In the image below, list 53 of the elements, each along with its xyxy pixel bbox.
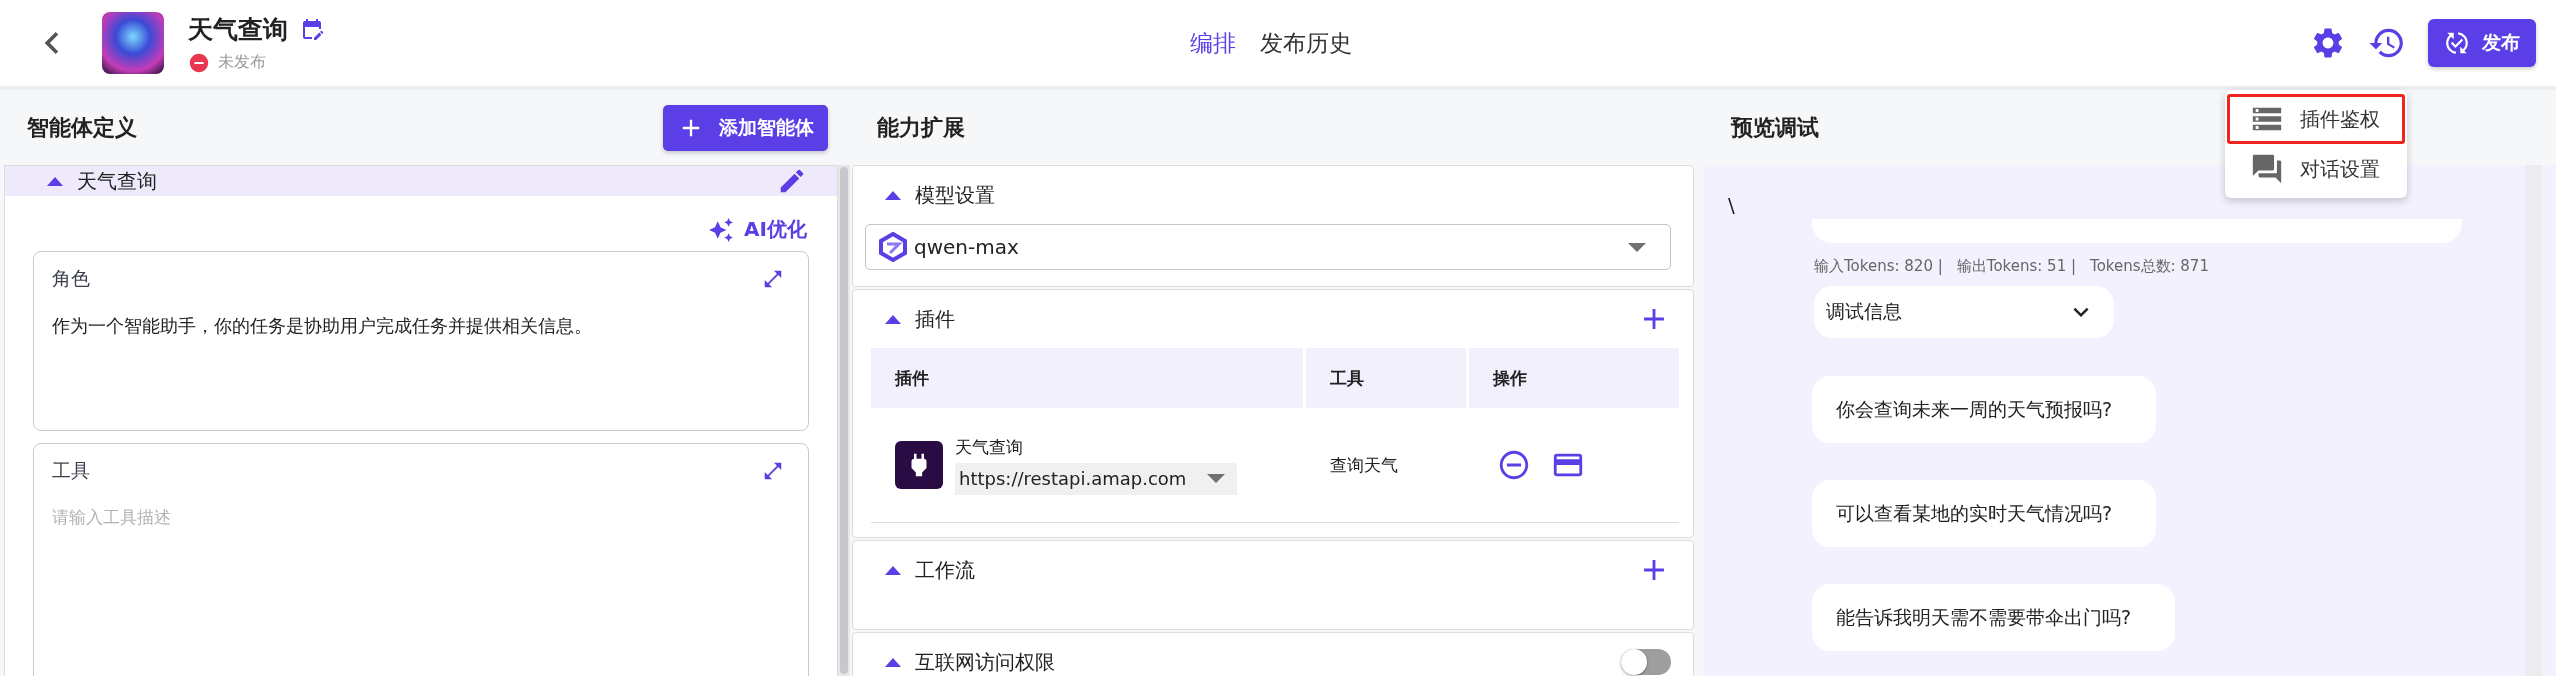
card-title: 工具 bbox=[52, 458, 90, 483]
sparkle-icon bbox=[708, 216, 735, 243]
status-icon bbox=[188, 51, 210, 74]
panel-title: 智能体定义 bbox=[27, 113, 137, 142]
panel-title: 预览调试 bbox=[1731, 113, 1819, 142]
expand-icon[interactable] bbox=[762, 460, 784, 482]
publish-button[interactable]: 发布 bbox=[2428, 19, 2536, 67]
section-toggle[interactable]: 互联网访问权限 bbox=[879, 648, 1055, 676]
url-select[interactable]: https://restapi.amap.com bbox=[955, 462, 1237, 495]
section-toggle[interactable]: 模型设置 bbox=[879, 181, 995, 209]
collapse-triangle-icon bbox=[885, 657, 901, 667]
plugin-name: 天气查询 bbox=[955, 435, 1024, 459]
debug-dropdown[interactable]: 调试信息 bbox=[1814, 286, 2114, 338]
scrollbar[interactable] bbox=[838, 165, 850, 676]
panel-title: 能力扩展 bbox=[877, 113, 965, 142]
token-count: 输出Tokens: 51 | bbox=[1956, 257, 2076, 276]
dropdown-caret-icon bbox=[1628, 242, 1646, 252]
tab[interactable]: 编排 bbox=[1190, 27, 1236, 59]
ai-optimize-button[interactable]: AI优化 bbox=[708, 216, 807, 243]
collapse-triangle-icon bbox=[885, 190, 901, 200]
prompt-text: 作为一个智能助手，你的任务是协助用户完成任务并提供相关信息。 bbox=[52, 314, 593, 338]
agent-title: 天气查询 bbox=[188, 13, 288, 46]
calendar-edit-icon[interactable] bbox=[300, 17, 324, 41]
collapse-triangle-icon bbox=[47, 176, 63, 186]
tool-cell-text: 查询天气 bbox=[1329, 453, 1399, 477]
collapse-triangle-icon bbox=[885, 314, 901, 324]
menu-item[interactable]: 插件鉴权 bbox=[2227, 94, 2405, 144]
model-logo-icon bbox=[878, 232, 908, 262]
card-title: 角色 bbox=[52, 266, 90, 291]
table-header-cell: 工具 bbox=[1306, 348, 1466, 408]
table-header-cell: 操作 bbox=[1469, 348, 1679, 408]
suggestion-bubble[interactable]: 你会查询未来一周的天气预报吗? bbox=[1812, 376, 2157, 443]
sync-icon bbox=[2444, 30, 2470, 56]
avatar-image bbox=[102, 12, 164, 74]
suggestion-bubble[interactable]: 可以查看某地的实时天气情况吗? bbox=[1812, 480, 2157, 547]
menu-item[interactable]: 对话设置 bbox=[2227, 144, 2405, 194]
remove-icon[interactable] bbox=[1497, 448, 1531, 482]
token-count: 输入Tokens: 820 | bbox=[1814, 257, 1943, 276]
suggestion-bubble[interactable]: 能告诉我明天需不需要带伞出门吗? bbox=[1812, 584, 2176, 651]
agent-toggle[interactable]: 天气查询 bbox=[41, 167, 157, 195]
expand-icon[interactable] bbox=[762, 268, 784, 290]
dropdown-caret-icon bbox=[1207, 474, 1225, 483]
stray-text: \ bbox=[1728, 193, 1736, 219]
model-select[interactable]: qwen-max bbox=[865, 224, 1671, 270]
tab[interactable]: 发布历史 bbox=[1260, 27, 1352, 59]
token-count: Tokens总数: 871 bbox=[2090, 257, 2209, 276]
add-agent-button[interactable]: 添加智能体 bbox=[663, 104, 828, 151]
toggle-switch[interactable] bbox=[1621, 649, 1671, 675]
status-text: 未发布 bbox=[218, 52, 266, 73]
collapse-triangle-icon bbox=[885, 565, 901, 575]
section-toggle[interactable]: 插件 bbox=[879, 305, 955, 333]
table-header-cell: 插件 bbox=[871, 348, 1303, 408]
section-toggle[interactable]: 工作流 bbox=[879, 556, 975, 584]
